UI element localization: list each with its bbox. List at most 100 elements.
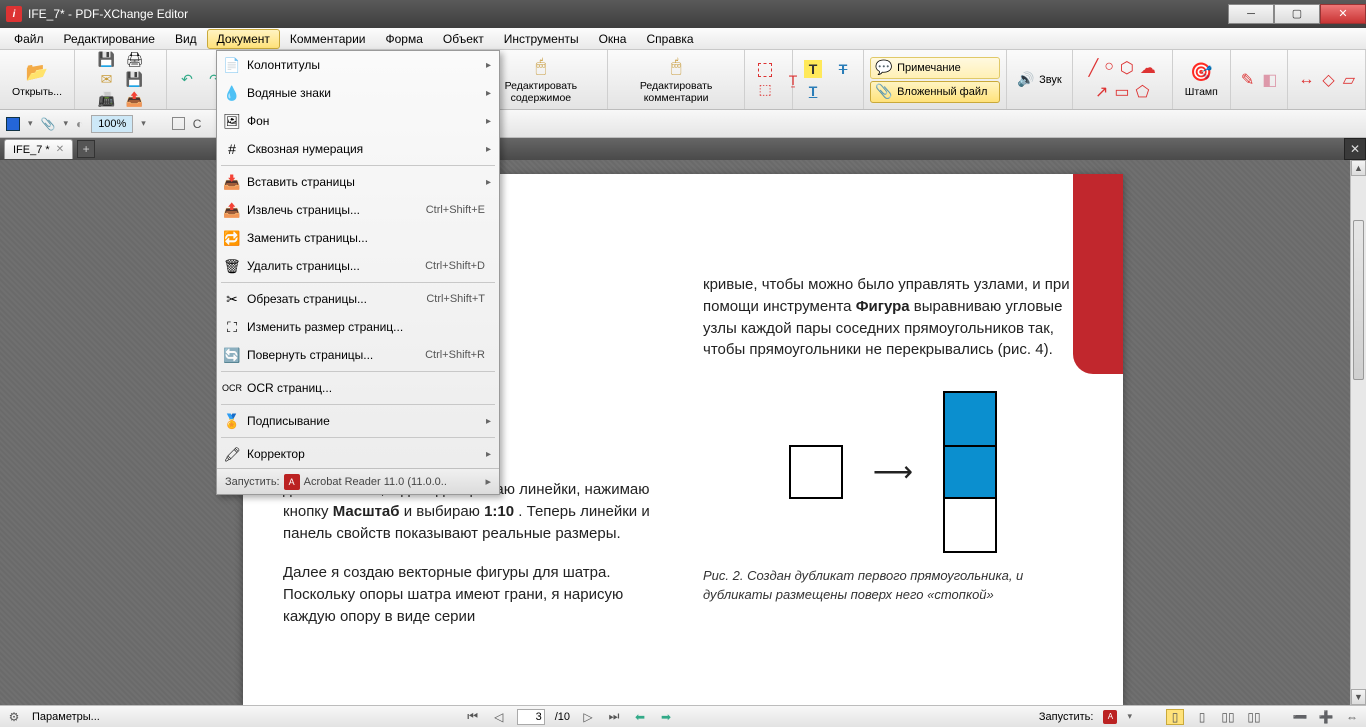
open-button[interactable]: 📂 Открыть... — [6, 59, 68, 101]
menu-item[interactable]: 📥Вставить страницы▸ — [217, 168, 499, 196]
scroll-thumb[interactable] — [1353, 220, 1364, 380]
menu-form[interactable]: Форма — [375, 29, 432, 49]
menu-item[interactable]: 🔄Повернуть страницы...Ctrl+Shift+R — [217, 341, 499, 369]
document-tab[interactable]: IFE_7 * ✕ — [4, 139, 73, 159]
polygon-icon[interactable]: ⬠ — [1136, 82, 1150, 102]
stamp-icon: 🎯 — [1189, 61, 1213, 85]
textbox-button[interactable] — [751, 60, 779, 80]
gear-icon[interactable]: ⚙ — [6, 709, 22, 725]
params-button[interactable]: Параметры... — [32, 711, 100, 723]
zoom-in-icon[interactable]: ➕ — [1318, 709, 1334, 725]
menu-item[interactable]: 🖍Корректор▸ — [217, 440, 499, 468]
menu-item[interactable]: 📄Колонтитулы▸ — [217, 51, 499, 79]
menu-edit[interactable]: Редактирование — [54, 29, 165, 49]
menu-item-label: Извлечь страницы... — [247, 203, 426, 217]
undo-button[interactable]: ↶ — [173, 70, 201, 90]
callout-button[interactable]: ⬚ — [751, 80, 779, 100]
menu-item[interactable]: ✂Обрезать страницы...Ctrl+Shift+T — [217, 285, 499, 313]
menu-item-label: Фон — [247, 114, 486, 128]
scanner-icon: 📠 — [98, 91, 116, 109]
next-view-icon[interactable]: ➡ — [658, 709, 674, 725]
prev-page-icon[interactable]: ◁ — [491, 709, 507, 725]
menu-item[interactable]: 🏅Подписывание▸ — [217, 407, 499, 435]
zoom-out-icon[interactable]: ➖ — [1292, 709, 1308, 725]
menu-item[interactable]: 💧Водяные знаки▸ — [217, 79, 499, 107]
layout-facing-icon[interactable]: ▯▯ — [1220, 709, 1236, 725]
menu-windows[interactable]: Окна — [589, 29, 637, 49]
print-button[interactable]: 🖨 — [121, 50, 149, 70]
opacity-icon[interactable]: ◐ — [76, 117, 83, 131]
line-icon[interactable]: ╱ — [1089, 58, 1099, 78]
minimize-button[interactable]: ─ — [1228, 4, 1274, 24]
zoom-input[interactable] — [91, 115, 133, 133]
save-button[interactable]: 💾 — [93, 50, 121, 70]
window-title: IFE_7* - PDF-XChange Editor — [28, 7, 188, 21]
layout-cont-icon[interactable]: ▯ — [1194, 709, 1210, 725]
page-number-input[interactable] — [517, 709, 545, 725]
eraser-icon[interactable]: ◧ — [1262, 70, 1277, 90]
menu-item-label: Водяные знаки — [247, 86, 486, 100]
tab-close-icon[interactable]: ✕ — [56, 144, 64, 155]
save2-button[interactable]: 💾 — [121, 70, 149, 90]
rect-icon[interactable]: ▭ — [1114, 82, 1129, 102]
document-viewport[interactable]: ных фигур сновных размеров оверхность ша… — [0, 160, 1366, 705]
attach-button[interactable]: 📎 Вложенный файл — [870, 81, 1000, 103]
menu-item[interactable]: 🔁Заменить страницы... — [217, 224, 499, 252]
first-page-icon[interactable]: ⏮ — [465, 709, 481, 725]
dropdown-footer[interactable]: Запустить: A Acrobat Reader 11.0 (11.0.0… — [217, 468, 499, 494]
layout-cont-facing-icon[interactable]: ▯▯ — [1246, 709, 1262, 725]
measure-line-icon[interactable]: ↔ — [1298, 71, 1314, 89]
menu-item[interactable]: OCROCR страниц... — [217, 374, 499, 402]
cloud-icon[interactable]: ☁ — [1140, 58, 1156, 78]
sound-button[interactable]: 🔊 Звук — [1013, 70, 1066, 90]
callout-icon: ⬚ — [756, 81, 774, 99]
document-menu-dropdown: 📄Колонтитулы▸💧Водяные знаки▸🖼Фон▸#Сквозн… — [216, 50, 500, 495]
fit-width-icon[interactable]: ⇔ — [1344, 709, 1360, 725]
checkbox-keep-icon[interactable] — [172, 117, 185, 130]
last-page-icon[interactable]: ⏭ — [606, 709, 622, 725]
highlight-button[interactable]: T — [799, 59, 827, 79]
acrobat-icon[interactable]: A — [1103, 710, 1117, 724]
next-page-icon[interactable]: ▷ — [580, 709, 596, 725]
menu-item-icon: 📤 — [217, 202, 247, 219]
measure-area-icon[interactable]: ▱ — [1343, 70, 1355, 90]
menu-tools[interactable]: Инструменты — [494, 29, 589, 49]
pencil-icon[interactable]: ✎ — [1241, 70, 1254, 90]
arrow-right-icon: ⟶ — [873, 452, 913, 493]
menu-view[interactable]: Вид — [165, 29, 207, 49]
strike-text-button[interactable]: T — [829, 59, 857, 79]
layout-single-icon[interactable]: ▯ — [1166, 709, 1184, 725]
new-tab-button[interactable]: + — [77, 140, 95, 158]
menu-help[interactable]: Справка — [636, 29, 703, 49]
arrow-icon[interactable]: ↗ — [1095, 82, 1108, 102]
color-fill-icon[interactable] — [6, 117, 20, 131]
menu-item[interactable]: #Сквозная нумерация▸ — [217, 135, 499, 163]
menu-item-icon: OCR — [217, 383, 247, 393]
prev-view-icon[interactable]: ⬅ — [632, 709, 648, 725]
close-button[interactable]: ✕ — [1320, 4, 1366, 24]
panel-close-button[interactable]: ✕ — [1344, 138, 1366, 160]
scroll-down-button[interactable]: ▼ — [1351, 689, 1366, 705]
oval-icon[interactable]: ○ — [1104, 58, 1114, 78]
menu-file[interactable]: Файл — [4, 29, 54, 49]
menu-item[interactable]: 📤Извлечь страницы...Ctrl+Shift+E — [217, 196, 499, 224]
menu-document[interactable]: Документ — [207, 29, 280, 49]
stamp-button[interactable]: 🎯 Штамп — [1179, 59, 1224, 101]
note-button[interactable]: 💬 Примечание — [870, 57, 1000, 79]
menu-item[interactable]: 🖼Фон▸ — [217, 107, 499, 135]
menu-item[interactable]: ⛶Изменить размер страниц... — [217, 313, 499, 341]
maximize-button[interactable]: ▢ — [1274, 4, 1320, 24]
menu-item[interactable]: 🗑Удалить страницы...Ctrl+Shift+D — [217, 252, 499, 280]
scroll-up-button[interactable]: ▲ — [1351, 160, 1366, 176]
menu-object[interactable]: Объект — [433, 29, 494, 49]
polyline-icon[interactable]: ⬡ — [1120, 58, 1134, 78]
underline-text-button[interactable]: T — [799, 81, 827, 101]
edit-comments-button[interactable]: 🖱 Редактировать комментарии — [614, 53, 738, 106]
vertical-scrollbar[interactable]: ▲ ▼ — [1350, 160, 1366, 705]
email-button[interactable]: ✉ — [93, 70, 121, 90]
export-button[interactable]: 📤 — [121, 90, 149, 110]
scan-button[interactable]: 📠 — [93, 90, 121, 110]
attach-icon[interactable]: 📎 — [41, 117, 56, 131]
menu-comments[interactable]: Комментарии — [280, 29, 376, 49]
measure-perim-icon[interactable]: ◇ — [1322, 70, 1334, 90]
